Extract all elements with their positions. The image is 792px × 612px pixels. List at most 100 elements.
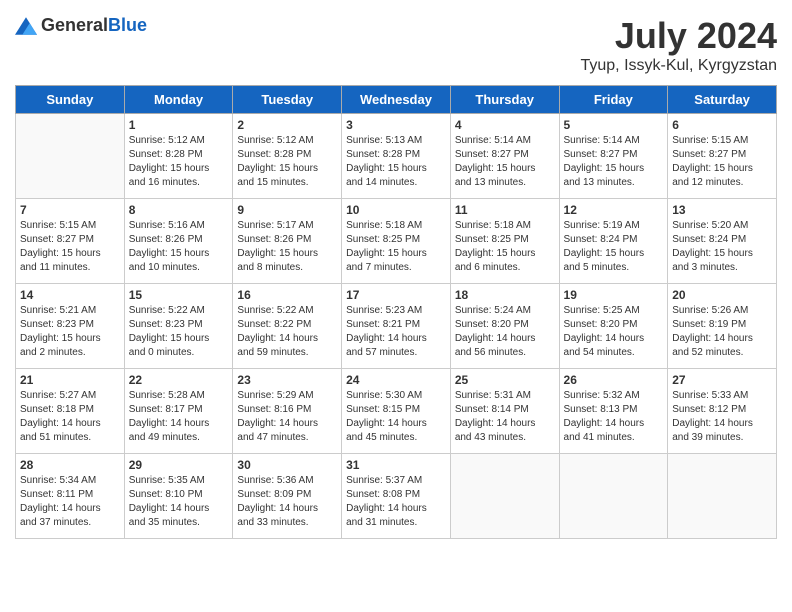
calendar-cell: 24 Sunrise: 5:30 AMSunset: 8:15 PMDayligh…: [342, 369, 451, 454]
logo-text: GeneralBlue: [41, 15, 147, 36]
day-number: 25: [455, 373, 555, 387]
day-info: Sunrise: 5:12 AMSunset: 8:28 PMDaylight:…: [237, 134, 337, 190]
calendar-cell: 18 Sunrise: 5:24 AMSunset: 8:20 PMDayligh…: [450, 284, 559, 369]
calendar-cell: 31Sunrise: 5:37 AMSunset: 8:08 PMDayligh…: [342, 454, 451, 539]
day-header-friday: Friday: [559, 86, 668, 114]
header: GeneralBlue July 2024 Tyup, Issyk-Kul, K…: [15, 15, 777, 75]
calendar-cell: [450, 454, 559, 539]
day-info: Sunrise: 5:36 AMSunset: 8:09 PMDaylight:…: [237, 474, 337, 530]
day-number: 7: [20, 203, 120, 217]
day-info: Sunrise: 5:28 AMSunset: 8:17 PMDaylight:…: [129, 389, 229, 445]
day-header-thursday: Thursday: [450, 86, 559, 114]
calendar-cell: [559, 454, 668, 539]
day-number: 15: [129, 288, 229, 302]
day-info: Sunrise: 5:15 AMSunset: 8:27 PMDaylight:…: [20, 219, 120, 275]
day-header-wednesday: Wednesday: [342, 86, 451, 114]
calendar-cell: 1 Sunrise: 5:12 AMSunset: 8:28 PMDaylight…: [124, 114, 233, 199]
day-number: 13: [672, 203, 772, 217]
day-number: 23: [237, 373, 337, 387]
day-info: Sunrise: 5:18 AMSunset: 8:25 PMDaylight:…: [455, 219, 555, 275]
day-info: Sunrise: 5:30 AMSunset: 8:15 PMDaylight:…: [346, 389, 446, 445]
day-number: 28: [20, 458, 120, 472]
day-number: 20: [672, 288, 772, 302]
calendar-table: SundayMondayTuesdayWednesdayThursdayFrid…: [15, 85, 777, 539]
day-info: Sunrise: 5:34 AMSunset: 8:11 PMDaylight:…: [20, 474, 120, 530]
day-number: 29: [129, 458, 229, 472]
day-number: 12: [564, 203, 664, 217]
day-info: Sunrise: 5:22 AMSunset: 8:23 PMDaylight:…: [129, 304, 229, 360]
calendar-cell: 13 Sunrise: 5:20 AMSunset: 8:24 PMDayligh…: [668, 199, 777, 284]
day-info: Sunrise: 5:14 AMSunset: 8:27 PMDaylight:…: [564, 134, 664, 190]
day-info: Sunrise: 5:29 AMSunset: 8:16 PMDaylight:…: [237, 389, 337, 445]
day-number: 6: [672, 118, 772, 132]
calendar-cell: 27Sunrise: 5:33 AMSunset: 8:12 PMDayligh…: [668, 369, 777, 454]
day-info: Sunrise: 5:19 AMSunset: 8:24 PMDaylight:…: [564, 219, 664, 275]
logo: GeneralBlue: [15, 15, 147, 36]
day-info: Sunrise: 5:17 AMSunset: 8:26 PMDaylight:…: [237, 219, 337, 275]
calendar-cell: 4 Sunrise: 5:14 AMSunset: 8:27 PMDaylight…: [450, 114, 559, 199]
day-number: 4: [455, 118, 555, 132]
calendar-cell: 20 Sunrise: 5:26 AMSunset: 8:19 PMDayligh…: [668, 284, 777, 369]
calendar-week-2: 7 Sunrise: 5:15 AMSunset: 8:27 PMDaylight…: [16, 199, 777, 284]
calendar-cell: 17 Sunrise: 5:23 AMSunset: 8:21 PMDayligh…: [342, 284, 451, 369]
day-header-sunday: Sunday: [16, 86, 125, 114]
calendar-cell: 7 Sunrise: 5:15 AMSunset: 8:27 PMDaylight…: [16, 199, 125, 284]
day-number: 3: [346, 118, 446, 132]
calendar-cell: 26 Sunrise: 5:32 AMSunset: 8:13 PMDayligh…: [559, 369, 668, 454]
calendar-cell: 10 Sunrise: 5:18 AMSunset: 8:25 PMDayligh…: [342, 199, 451, 284]
day-info: Sunrise: 5:18 AMSunset: 8:25 PMDaylight:…: [346, 219, 446, 275]
day-info: Sunrise: 5:26 AMSunset: 8:19 PMDaylight:…: [672, 304, 772, 360]
day-info: Sunrise: 5:33 AMSunset: 8:12 PMDaylight:…: [672, 389, 772, 445]
day-number: 17: [346, 288, 446, 302]
calendar-cell: 19Sunrise: 5:25 AMSunset: 8:20 PMDayligh…: [559, 284, 668, 369]
calendar-cell: 6 Sunrise: 5:15 AMSunset: 8:27 PMDaylight…: [668, 114, 777, 199]
day-number: 14: [20, 288, 120, 302]
day-number: 10: [346, 203, 446, 217]
calendar-week-5: 28 Sunrise: 5:34 AMSunset: 8:11 PMDayligh…: [16, 454, 777, 539]
calendar-cell: 25Sunrise: 5:31 AMSunset: 8:14 PMDayligh…: [450, 369, 559, 454]
calendar-cell: 14Sunrise: 5:21 AMSunset: 8:23 PMDayligh…: [16, 284, 125, 369]
day-number: 5: [564, 118, 664, 132]
day-info: Sunrise: 5:14 AMSunset: 8:27 PMDaylight:…: [455, 134, 555, 190]
day-info: Sunrise: 5:20 AMSunset: 8:24 PMDaylight:…: [672, 219, 772, 275]
calendar-cell: 3Sunrise: 5:13 AMSunset: 8:28 PMDaylight…: [342, 114, 451, 199]
day-info: Sunrise: 5:12 AMSunset: 8:28 PMDaylight:…: [129, 134, 229, 190]
day-header-saturday: Saturday: [668, 86, 777, 114]
logo-icon: [15, 17, 37, 35]
calendar-cell: 15 Sunrise: 5:22 AMSunset: 8:23 PMDayligh…: [124, 284, 233, 369]
day-number: 16: [237, 288, 337, 302]
day-info: Sunrise: 5:24 AMSunset: 8:20 PMDaylight:…: [455, 304, 555, 360]
day-number: 22: [129, 373, 229, 387]
day-number: 18: [455, 288, 555, 302]
calendar-cell: 11Sunrise: 5:18 AMSunset: 8:25 PMDayligh…: [450, 199, 559, 284]
calendar-cell: [668, 454, 777, 539]
day-number: 30: [237, 458, 337, 472]
calendar-cell: 23 Sunrise: 5:29 AMSunset: 8:16 PMDayligh…: [233, 369, 342, 454]
calendar-header-row: SundayMondayTuesdayWednesdayThursdayFrid…: [16, 86, 777, 114]
calendar-cell: 9Sunrise: 5:17 AMSunset: 8:26 PMDaylight…: [233, 199, 342, 284]
day-number: 21: [20, 373, 120, 387]
day-number: 24: [346, 373, 446, 387]
calendar-cell: 29 Sunrise: 5:35 AMSunset: 8:10 PMDayligh…: [124, 454, 233, 539]
calendar-cell: 5 Sunrise: 5:14 AMSunset: 8:27 PMDaylight…: [559, 114, 668, 199]
calendar-cell: 8Sunrise: 5:16 AMSunset: 8:26 PMDaylight…: [124, 199, 233, 284]
calendar-week-3: 14Sunrise: 5:21 AMSunset: 8:23 PMDayligh…: [16, 284, 777, 369]
calendar-cell: 16 Sunrise: 5:22 AMSunset: 8:22 PMDayligh…: [233, 284, 342, 369]
day-info: Sunrise: 5:15 AMSunset: 8:27 PMDaylight:…: [672, 134, 772, 190]
day-number: 26: [564, 373, 664, 387]
calendar-cell: 22 Sunrise: 5:28 AMSunset: 8:17 PMDayligh…: [124, 369, 233, 454]
calendar-cell: 12 Sunrise: 5:19 AMSunset: 8:24 PMDayligh…: [559, 199, 668, 284]
day-info: Sunrise: 5:32 AMSunset: 8:13 PMDaylight:…: [564, 389, 664, 445]
calendar-week-4: 21 Sunrise: 5:27 AMSunset: 8:18 PMDayligh…: [16, 369, 777, 454]
day-header-tuesday: Tuesday: [233, 86, 342, 114]
day-info: Sunrise: 5:23 AMSunset: 8:21 PMDaylight:…: [346, 304, 446, 360]
day-number: 8: [129, 203, 229, 217]
calendar-cell: 21 Sunrise: 5:27 AMSunset: 8:18 PMDayligh…: [16, 369, 125, 454]
logo-general: General: [41, 15, 108, 35]
calendar-cell: 2Sunrise: 5:12 AMSunset: 8:28 PMDaylight…: [233, 114, 342, 199]
day-number: 31: [346, 458, 446, 472]
day-number: 1: [129, 118, 229, 132]
day-info: Sunrise: 5:22 AMSunset: 8:22 PMDaylight:…: [237, 304, 337, 360]
day-info: Sunrise: 5:27 AMSunset: 8:18 PMDaylight:…: [20, 389, 120, 445]
day-info: Sunrise: 5:35 AMSunset: 8:10 PMDaylight:…: [129, 474, 229, 530]
